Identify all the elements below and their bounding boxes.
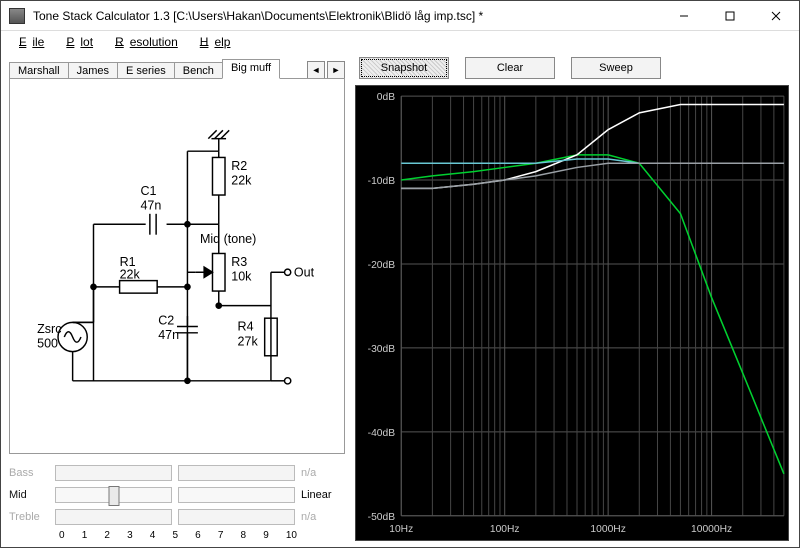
svg-text:1000Hz: 1000Hz [590, 524, 625, 535]
svg-text:-20dB: -20dB [368, 260, 396, 271]
mid-slider-track2[interactable] [178, 487, 295, 503]
svg-text:C1: C1 [140, 184, 156, 198]
svg-text:-50dB: -50dB [368, 512, 396, 523]
menu-bar: File Plot Resolution Help [1, 31, 799, 53]
tab-james[interactable]: James [68, 62, 118, 79]
svg-text:22k: 22k [231, 174, 252, 188]
treble-slider-track2 [178, 509, 295, 525]
circuit-diagram: C1 47n R2 22k Mid (tone) R3 10k R1 22k O… [9, 78, 345, 454]
mid-slider-thumb[interactable] [108, 486, 119, 506]
slider-tick-labels: 012 345 678 910 [59, 530, 297, 541]
slider-panel: Bass n/a Mid Linear Treble n/a 012 345 6 [9, 462, 345, 541]
slider-mid: Mid Linear [9, 484, 345, 506]
tab-eseries[interactable]: E series [117, 62, 175, 79]
bass-slider-track [55, 465, 172, 481]
tab-strip: Marshall James E series Bench Big muff ◄… [9, 57, 345, 79]
svg-text:10k: 10k [231, 270, 252, 284]
tab-bigmuff[interactable]: Big muff [222, 59, 280, 79]
sweep-button[interactable]: Sweep [571, 57, 661, 79]
tabs-scroll-right-icon[interactable]: ► [327, 61, 345, 79]
svg-text:10Hz: 10Hz [389, 524, 413, 535]
svg-text:0dB: 0dB [377, 92, 395, 103]
tab-bench[interactable]: Bench [174, 62, 223, 79]
maximize-button[interactable] [707, 1, 753, 31]
svg-text:Mid (tone): Mid (tone) [200, 232, 256, 246]
snapshot-button[interactable]: Snapshot [359, 57, 449, 79]
mid-slider-track[interactable] [55, 487, 172, 503]
menu-help[interactable]: Help [188, 33, 237, 51]
svg-text:R2: R2 [231, 159, 247, 173]
svg-text:47n: 47n [140, 199, 161, 213]
menu-plot[interactable]: Plot [54, 33, 99, 51]
app-icon [9, 8, 25, 24]
menu-resolution[interactable]: Resolution [103, 33, 184, 51]
bode-plot: 0dB -10dB -20dB -30dB -40dB -50dB10Hz 100Hz 100… [355, 85, 789, 541]
minimize-button[interactable] [661, 1, 707, 31]
svg-text:Zsrc: Zsrc [37, 322, 61, 336]
treble-slider-track [55, 509, 172, 525]
svg-text:100Hz: 100Hz [490, 524, 520, 535]
clear-button[interactable]: Clear [465, 57, 555, 79]
svg-text:-40dB: -40dB [368, 428, 396, 439]
bass-slider-track2 [178, 465, 295, 481]
svg-text:-30dB: -30dB [368, 344, 396, 355]
svg-text:C2: C2 [158, 313, 174, 327]
window-titlebar: Tone Stack Calculator 1.3 [C:\Users\Haka… [1, 1, 799, 31]
menu-file[interactable]: File [7, 33, 50, 51]
tabs-scroll-left-icon[interactable]: ◄ [307, 61, 325, 79]
svg-text:27k: 27k [238, 334, 259, 348]
svg-text:500: 500 [37, 336, 58, 350]
svg-text:Out: Out [294, 265, 315, 279]
svg-text:22k: 22k [120, 268, 141, 282]
window-title: Tone Stack Calculator 1.3 [C:\Users\Haka… [33, 9, 661, 23]
svg-text:-10dB: -10dB [368, 176, 396, 187]
svg-text:47n: 47n [158, 328, 179, 342]
close-button[interactable] [753, 1, 799, 31]
slider-bass: Bass n/a [9, 462, 345, 484]
svg-text:R4: R4 [238, 320, 254, 334]
svg-text:10000Hz: 10000Hz [691, 524, 732, 535]
slider-treble: Treble n/a [9, 506, 345, 528]
tab-marshall[interactable]: Marshall [9, 62, 69, 79]
svg-text:R3: R3 [231, 255, 247, 269]
